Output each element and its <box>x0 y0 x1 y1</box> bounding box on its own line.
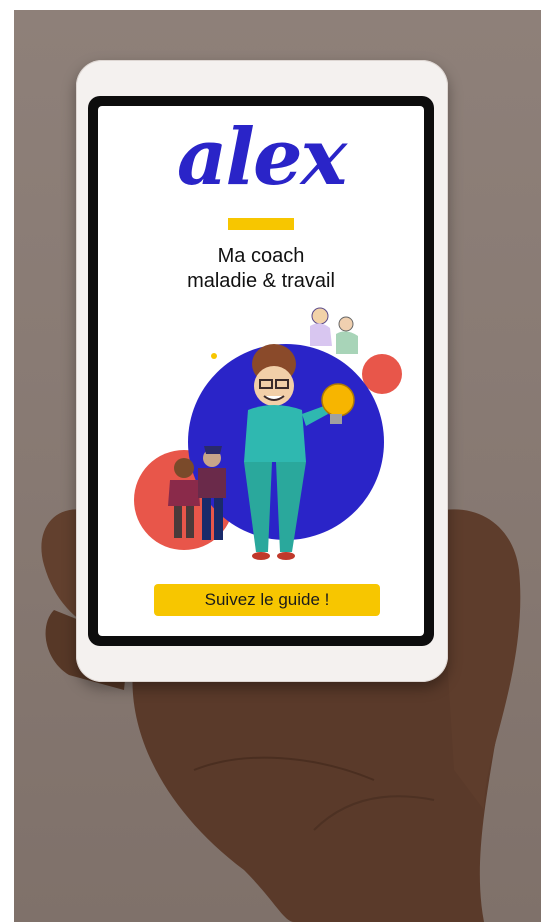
alex-logo: alex <box>176 112 347 203</box>
logo-underline <box>228 218 294 230</box>
coach-illustration <box>134 307 402 560</box>
follow-guide-button[interactable]: Suivez le guide ! <box>154 584 380 616</box>
subtitle-line-1: Ma coach <box>217 245 305 267</box>
app-subtitle: Ma coach maladie & travail <box>98 244 424 294</box>
subtitle-line-2: maladie & travail <box>187 270 335 292</box>
tablet-screen: alex Ma coach maladie & travail Suivez l… <box>98 106 424 636</box>
